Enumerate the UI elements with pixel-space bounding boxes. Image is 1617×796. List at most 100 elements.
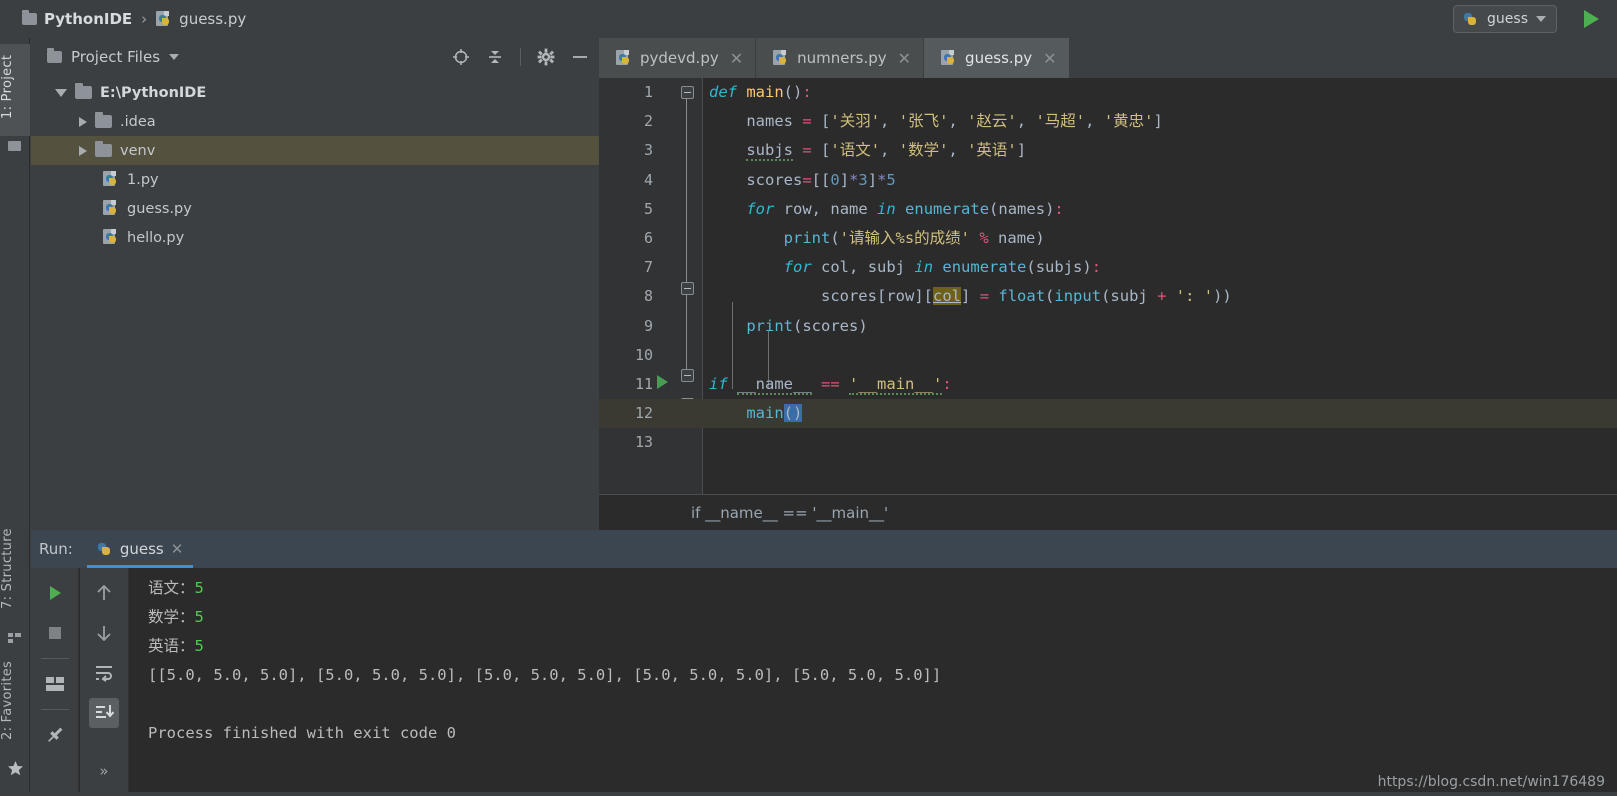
close-icon[interactable]: ✕ [1043, 49, 1056, 68]
sidebar-item-structure[interactable]: 7: Structure [0, 518, 30, 626]
sidebar-item-project[interactable]: 1: Project [0, 44, 30, 136]
line-number: 5 [643, 199, 653, 218]
line-number: 8 [643, 287, 653, 306]
project-icon [7, 138, 23, 154]
python-file-icon [103, 171, 119, 188]
console-output[interactable]: 语文：5 数学：5 英语：5 [[5.0, 5.0, 5.0], [5.0, 5… [130, 568, 1617, 796]
tree-item-label: .idea [120, 113, 156, 130]
chevron-right-icon[interactable] [79, 116, 87, 127]
down-arrow-icon[interactable] [89, 618, 119, 648]
code-text: if __name__ == '__main__': [709, 374, 952, 395]
code-text: main() [746, 404, 803, 423]
line-number: 2 [643, 112, 653, 131]
line-number: 1 [643, 83, 653, 101]
console-line: 语文：5 [148, 574, 1617, 603]
code-line-6: 6 print('请输入%s的成绩' % name) [599, 224, 1617, 253]
close-icon[interactable]: ✕ [171, 540, 184, 558]
python-file-icon [103, 200, 119, 217]
tree-row-hellopy[interactable]: hello.py [31, 223, 599, 252]
code-line-8: 8 scores[row][col] = float(input(subj + … [599, 282, 1617, 311]
editor-area: pydevd.py ✕ numners.py ✕ guess.py ✕ 1 de… [599, 38, 1617, 530]
tab-pydevd-py[interactable]: pydevd.py ✕ [599, 38, 757, 78]
code-text: print('请输入%s的成绩' % name) [783, 228, 1045, 247]
tree-row-1py[interactable]: 1.py [31, 165, 599, 194]
tree-row-idea[interactable]: .idea [31, 107, 599, 136]
tree-row-guesspy[interactable]: guess.py [31, 194, 599, 223]
console-line: 英语：5 [148, 632, 1617, 661]
restore-layout-icon[interactable] [40, 669, 70, 699]
console-input: 5 [194, 637, 204, 655]
code-text: scores=[[0]*3]*5 [746, 170, 896, 189]
title-bar: PythonIDE › guess.py guess [0, 0, 1617, 38]
sidebar-item-favorites[interactable]: 2: Favorites [0, 648, 30, 758]
locate-target-icon[interactable] [452, 48, 470, 66]
collapse-all-icon[interactable] [486, 48, 504, 66]
stop-icon[interactable] [40, 618, 70, 648]
toolbar-divider [40, 658, 69, 659]
python-file-icon [156, 10, 172, 28]
editor-tab-bar: pydevd.py ✕ numners.py ✕ guess.py ✕ [599, 38, 1617, 78]
status-bar [0, 792, 1617, 796]
expand-more-icon[interactable]: » [89, 756, 119, 786]
soft-wrap-icon[interactable] [89, 658, 119, 688]
console-input: 5 [194, 579, 204, 597]
code-text: print(scores) [746, 316, 868, 335]
pin-tab-icon[interactable] [40, 720, 70, 750]
run-tool-window: Run: guess ✕ » 语文：5 数学：5 英语：5 [[5.0, 5.0… [31, 530, 1617, 796]
chevron-down-icon[interactable] [55, 88, 67, 97]
minimize-icon[interactable] [571, 48, 589, 66]
line-number: 4 [643, 170, 653, 189]
folder-icon [75, 82, 92, 99]
rerun-play-icon[interactable] [40, 578, 70, 608]
python-file-icon [616, 49, 632, 67]
structure-icon [7, 630, 23, 646]
tree-item-label: E:\PythonIDE [100, 84, 207, 101]
close-icon[interactable]: ✕ [898, 49, 911, 68]
chevron-down-icon[interactable] [169, 54, 180, 60]
run-tab-guess[interactable]: guess ✕ [86, 530, 194, 568]
code-editor[interactable]: 1 def main(): 2 names = ['关羽', '张飞', '赵云… [599, 78, 1617, 530]
console-prompt: 语文： [148, 579, 195, 597]
code-line-12: 12 main() [599, 399, 1617, 429]
tree-row-root[interactable]: E:\PythonIDE [31, 78, 599, 107]
tree-row-venv[interactable]: venv [31, 136, 599, 165]
run-configuration-selector[interactable]: guess [1453, 5, 1557, 33]
tab-numners-py[interactable]: numners.py ✕ [756, 38, 925, 78]
project-panel-header: Project Files [31, 38, 599, 76]
tree-item-label: guess.py [127, 200, 192, 217]
run-toolbar-right: » [80, 568, 129, 796]
run-tab-label: guess [119, 540, 164, 558]
line-number: 6 [643, 228, 653, 247]
chevron-right-icon[interactable] [79, 145, 87, 156]
console-line: [[5.0, 5.0, 5.0], [5.0, 5.0, 5.0], [5.0,… [148, 661, 1617, 690]
breadcrumb-scope[interactable]: if __name__ == '__main__' [691, 504, 888, 522]
code-text: for row, name in enumerate(names): [746, 199, 1064, 218]
line-number: 7 [643, 258, 653, 277]
console-line: 数学：5 [148, 603, 1617, 632]
code-text: names = ['关羽', '张飞', '赵云', '马超', '黄忠'] [746, 112, 1163, 131]
tab-label: numners.py [797, 49, 887, 67]
folder-icon [47, 48, 62, 63]
breadcrumb-project[interactable]: PythonIDE [44, 10, 132, 28]
project-panel: Project Files E:\PythonIDE .idea venv 1.… [31, 38, 599, 522]
gear-icon[interactable] [537, 48, 555, 66]
console-prompt: 数学： [148, 608, 195, 626]
project-panel-toolbar [452, 38, 589, 76]
run-play-icon[interactable] [1584, 10, 1599, 28]
code-line-1: 1 def main(): [599, 78, 1617, 107]
code-line-7: 7 for col, subj in enumerate(subjs): [599, 253, 1617, 282]
python-file-icon [941, 49, 957, 67]
tab-guess-py[interactable]: guess.py ✕ [924, 38, 1070, 78]
run-config-name: guess [1487, 11, 1528, 27]
scroll-to-end-icon[interactable] [89, 698, 119, 728]
chevron-down-icon [1536, 16, 1546, 22]
console-prompt: Process finished with exit code 0 [148, 724, 456, 742]
breadcrumb-file[interactable]: guess.py [179, 10, 246, 28]
breadcrumb: PythonIDE › guess.py [0, 10, 246, 28]
toolbar-divider [520, 48, 521, 66]
code-line-9: 9 print(scores) [599, 312, 1617, 341]
close-icon[interactable]: ✕ [730, 49, 743, 68]
editor-breadcrumb[interactable]: if __name__ == '__main__' [599, 494, 1617, 530]
up-arrow-icon[interactable] [89, 578, 119, 608]
